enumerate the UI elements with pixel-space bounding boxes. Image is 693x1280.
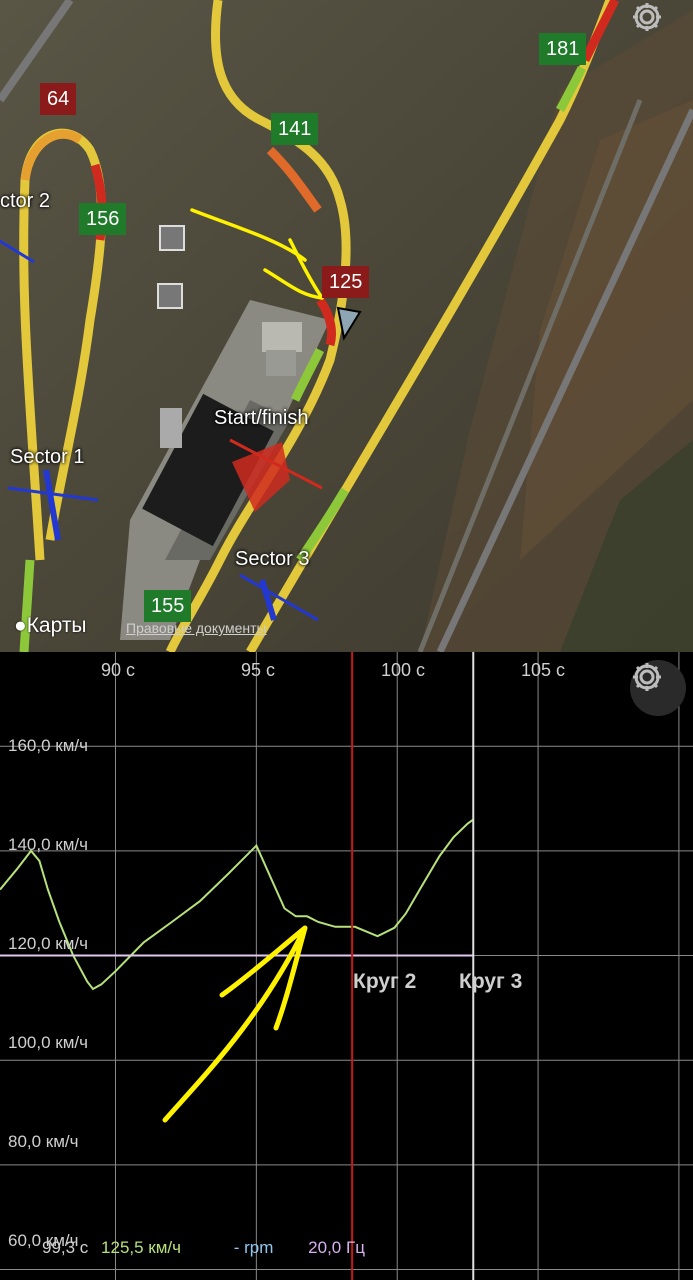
speed-marker: 181 xyxy=(539,33,587,65)
maps-attribution-text: Карты xyxy=(26,614,87,637)
y-tick-label: 120,0 км/ч xyxy=(8,934,88,953)
x-tick-label: 100 с xyxy=(381,660,426,680)
y-tick-label: 100,0 км/ч xyxy=(8,1033,88,1052)
start-finish-label: Start/finish xyxy=(214,407,309,429)
annotation-arrow xyxy=(162,925,308,1123)
apple-logo-icon: ● xyxy=(14,614,27,637)
y-tick-label: 80,0 км/ч xyxy=(8,1132,79,1151)
lap-label: Круг 2 xyxy=(353,970,417,993)
readout-rpm: - rpm xyxy=(233,1238,274,1257)
sector-3-label: Sector 3 xyxy=(235,548,310,570)
map-settings-button[interactable] xyxy=(630,0,686,56)
sector-2-label: ctor 2 xyxy=(0,190,51,212)
speed-marker: 64 xyxy=(40,83,77,115)
lap-label: Круг 3 xyxy=(459,970,523,993)
readout-time: 99,3 с xyxy=(42,1238,89,1257)
track-map[interactable]: 64 156 141 125 181 155 ctor 2 Sector 1 S… xyxy=(0,0,693,652)
readout-speed: 125,5 км/ч xyxy=(101,1238,182,1257)
sector-1-label: Sector 1 xyxy=(10,446,85,468)
maps-attribution: ●Карты xyxy=(14,614,87,638)
speed-marker: 125 xyxy=(322,266,370,298)
speed-chart[interactable]: 90 с 95 с 100 с 105 с 160,0 км/ч 140,0 к… xyxy=(0,652,693,1280)
satellite-map-image xyxy=(0,0,693,652)
readout-frequency: 20,0 Гц xyxy=(308,1238,365,1257)
y-tick-label: 140,0 км/ч xyxy=(8,835,88,854)
speed-marker: 155 xyxy=(144,590,192,622)
x-tick-label: 95 с xyxy=(241,660,276,680)
chart-settings-button[interactable] xyxy=(630,660,686,716)
speed-marker: 141 xyxy=(271,113,319,145)
speed-chart-plot xyxy=(0,652,693,1280)
x-tick-label: 90 с xyxy=(101,660,136,680)
speed-marker: 156 xyxy=(79,203,127,235)
gear-icon xyxy=(633,663,661,691)
cursor-readout: 99,3 с 125,5 км/ч - rpm 20,0 Гц xyxy=(42,1238,373,1258)
y-tick-label: 160,0 км/ч xyxy=(8,736,88,755)
x-tick-label: 105 с xyxy=(521,660,566,680)
gear-icon xyxy=(633,3,661,31)
legal-documents-link[interactable]: Правовые документы xyxy=(126,620,267,636)
